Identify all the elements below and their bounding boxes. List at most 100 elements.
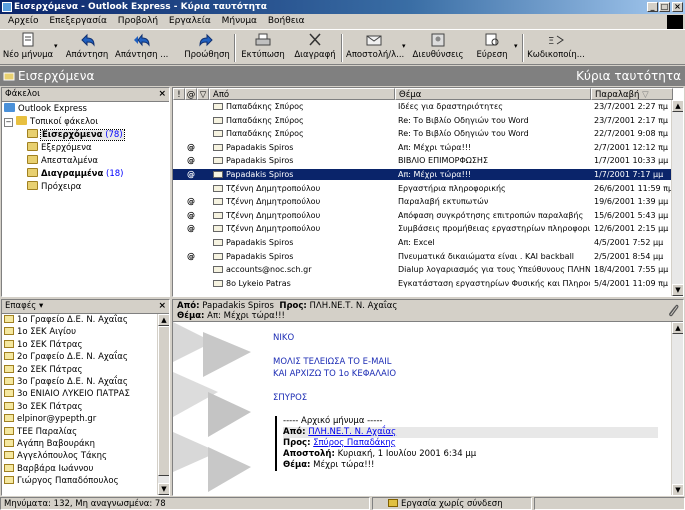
folder-outbox[interactable]: Εξερχόμενα xyxy=(2,142,169,155)
title-bar[interactable]: Εισερχόμενα - Outlook Express - Κύρια τα… xyxy=(0,0,685,14)
forward-button[interactable]: Προώθηση xyxy=(183,32,231,64)
message-list-scrollbar[interactable]: ▲ ▼ xyxy=(671,100,683,296)
minimize-button[interactable]: _ xyxy=(647,2,658,12)
close-button[interactable]: × xyxy=(672,2,683,12)
folder-deleted[interactable]: Διαγραμμένα (18) xyxy=(2,168,169,181)
message-subject: Απόφαση συγκρότησης επιτροπών παραλαβής xyxy=(398,210,584,220)
folder-inbox[interactable]: Εισερχόμενα (78) xyxy=(2,129,169,142)
contacts-scrollbar[interactable]: ▲ ▼ xyxy=(157,314,169,495)
find-dropdown-icon[interactable]: ▾ xyxy=(514,42,518,50)
message-date: 23/7/2001 2:17 πμ xyxy=(594,115,668,125)
envelope-icon xyxy=(213,211,223,219)
folder-local-folders[interactable]: − Τοπικοί φάκελοι xyxy=(2,116,169,129)
message-row[interactable]: Παπαδάκης Σπύρος Ιδέες για δραστηριότητες… xyxy=(173,101,673,112)
quoted-from-link[interactable]: ΠΛΗ.ΝΕ.Τ. Ν. Αχαΐας xyxy=(308,427,396,437)
folder-outlook-express[interactable]: Outlook Express xyxy=(2,103,169,116)
message-row[interactable]: accounts@noc.sch.gr Dialup λογαριασμός γι… xyxy=(173,264,673,275)
new-message-button[interactable]: Νέο μήνυμα xyxy=(2,32,54,64)
menu-help[interactable]: Βοήθεια xyxy=(264,14,309,29)
send-receive-dropdown-icon[interactable]: ▾ xyxy=(402,42,406,50)
quoted-to-link[interactable]: Σπύρος Παπαδάκης xyxy=(313,438,396,448)
contact-item[interactable]: Γιώργος Παπαδόπουλος xyxy=(2,475,157,487)
reply-button[interactable]: Απάντηση xyxy=(64,32,110,64)
deleted-folder-icon xyxy=(27,168,38,177)
message-row[interactable]: @ Papadakis Spiros Πνευματικά δικαιώματα ε… xyxy=(173,251,673,262)
scroll-thumb[interactable] xyxy=(158,326,169,476)
contact-item[interactable]: ΤΕΕ Παραλίας xyxy=(2,426,157,438)
contact-item[interactable]: 1ο ΣΕΚ Αιγίου xyxy=(2,326,157,338)
encoding-button[interactable]: Ξ Κωδικοποίη... xyxy=(526,32,586,64)
message-row[interactable]: @ Papadakis Spiros Απ: Μέχρι τώρα!!! 1/7/20… xyxy=(173,169,673,180)
menu-view[interactable]: Προβολή xyxy=(114,14,162,29)
message-row[interactable]: @ Τζέννη Δημητροπούλου Παραλαβή εκτυπωτών 1… xyxy=(173,196,673,207)
menu-tools[interactable]: Εργαλεία xyxy=(165,14,215,29)
folder-sent[interactable]: Απεσταλμένα xyxy=(2,155,169,168)
message-row[interactable]: Παπαδάκης Σπύρος Re: Το Βιβλίο Οδηγιών το… xyxy=(173,128,673,139)
preview-pane: Από: Papadakis Spiros Προς: ΠΛΗ.ΝΕ.Τ. Ν.… xyxy=(172,299,684,496)
message-row[interactable]: Τζέννη Δημητροπούλου Εργαστήρια πληροφορι… xyxy=(173,183,673,194)
contact-item[interactable]: Βαρβάρα Ιωάννου xyxy=(2,463,157,475)
subject-column-header[interactable]: Θέμα xyxy=(395,88,591,100)
scroll-down-arrow-icon[interactable]: ▼ xyxy=(672,284,683,296)
folder-drafts[interactable]: Πρόχειρα xyxy=(2,181,169,194)
envelope-icon xyxy=(213,252,223,260)
contact-item[interactable]: Αγάπη Βαβουράκη xyxy=(2,438,157,450)
print-button[interactable]: Εκτύπωση xyxy=(240,32,286,64)
contact-card-icon xyxy=(4,364,14,373)
from-column-header[interactable]: Από xyxy=(209,88,395,100)
scroll-up-arrow-icon[interactable]: ▲ xyxy=(158,314,169,326)
contacts-pane-header[interactable]: Επαφές ▾ × xyxy=(2,300,169,314)
maximize-button[interactable]: □ xyxy=(659,2,670,12)
menu-edit[interactable]: Επεξεργασία xyxy=(45,14,111,29)
contact-card-icon xyxy=(4,327,14,336)
delete-button[interactable]: Διαγραφή xyxy=(292,32,338,64)
contact-item[interactable]: 1ο Γραφείο Δ.Ε. Ν. Αχαΐας xyxy=(2,314,157,326)
contact-name: 2ο ΣΕΚ Πάτρας xyxy=(17,364,83,375)
priority-column-header[interactable]: ! xyxy=(173,88,185,100)
contact-item[interactable]: elpinor@ypepth.gr xyxy=(2,413,157,425)
message-from: Papadakis Spiros xyxy=(226,251,294,261)
find-button[interactable]: Εύρεση xyxy=(470,32,514,64)
close-contacts-pane-button[interactable]: × xyxy=(158,300,166,313)
contact-item[interactable]: 3ο Γραφείο Δ.Ε. Ν. Αχαΐας xyxy=(2,376,157,388)
new-message-dropdown-icon[interactable]: ▾ xyxy=(54,42,58,50)
attachment-column-header[interactable]: @ xyxy=(185,88,197,100)
contact-item[interactable]: 3ο ΕΝΙΑΙΟ ΛΥΚΕΙΟ ΠΑΤΡΑΣ xyxy=(2,388,157,400)
message-row[interactable]: @ Papadakis Spiros Απ: Μέχρι τώρα!!! 2/7/20… xyxy=(173,142,673,153)
addresses-button[interactable]: Διευθύνσεις xyxy=(410,32,466,64)
menu-message[interactable]: Μήνυμα xyxy=(218,14,261,29)
envelope-icon xyxy=(213,130,223,138)
contact-name: Αγγελόπουλος Τάκης xyxy=(17,451,108,462)
contact-item[interactable]: 1ο ΣΕΚ Πάτρας xyxy=(2,339,157,351)
message-row[interactable]: 8ο Lykeio Patras Εγκατάσταση εργαστηρίων … xyxy=(173,278,673,289)
scroll-up-arrow-icon[interactable]: ▲ xyxy=(672,322,683,334)
message-row[interactable]: @ Papadakis Spiros ΒΙΒΛΙΟ ΕΠΙΜΟΡΦΩΣΗΣ 1/7/2… xyxy=(173,155,673,166)
message-row[interactable]: Παπαδάκης Σπύρος Re: Το Βιβλίο Οδηγιών το… xyxy=(173,115,673,126)
preview-header: Από: Papadakis Spiros Προς: ΠΛΗ.ΝΕ.Τ. Ν.… xyxy=(173,300,683,322)
scroll-down-arrow-icon[interactable]: ▼ xyxy=(158,483,169,495)
contact-item[interactable]: 3ο ΣΕΚ Πάτρας xyxy=(2,401,157,413)
preview-scrollbar[interactable]: ▲ ▼ xyxy=(671,322,683,495)
scroll-down-arrow-icon[interactable]: ▼ xyxy=(672,484,683,495)
send-receive-button[interactable]: Αποστολή/λ... xyxy=(346,32,404,64)
received-column-header[interactable]: Παραλαβή ▽ xyxy=(591,88,673,100)
contact-card-icon xyxy=(4,438,14,447)
paperclip-icon[interactable] xyxy=(667,303,679,317)
message-row[interactable]: Papadakis Spiros Απ: Excel 4/5/2001 7:52 μ… xyxy=(173,237,673,248)
menu-file[interactable]: Αρχείο xyxy=(4,14,43,29)
message-body: ΝΙΚΟ ΜΟΛΙΣ ΤΕΛΕΙΩΣΑ ΤΟ E-MAIL ΚΑΙ ΑΡΧΙΖΩ… xyxy=(273,332,658,471)
message-row[interactable]: @ Τζέννη Δημητροπούλου Συμβάσεις προμήθεια… xyxy=(173,223,673,234)
collapse-icon[interactable]: − xyxy=(4,118,13,127)
contact-item[interactable]: 2ο Γραφείο Δ.Ε. Ν. Αχαΐας xyxy=(2,351,157,363)
envelope-icon xyxy=(213,239,223,246)
message-row[interactable]: @ Τζέννη Δημητροπούλου Απόφαση συγκρότησης… xyxy=(173,210,673,221)
contact-item[interactable]: Αγγελόπουλος Τάκης xyxy=(2,450,157,462)
flag-column-header[interactable]: ▽ xyxy=(197,88,209,100)
envelope-icon xyxy=(213,143,223,151)
reply-all-button[interactable]: Απάντηση ... xyxy=(115,32,168,64)
scroll-up-arrow-icon[interactable]: ▲ xyxy=(672,100,683,112)
new-mail-icon xyxy=(22,32,34,47)
contact-name: Γιώργος Παπαδόπουλος xyxy=(17,476,119,487)
contact-item[interactable]: 2ο ΣΕΚ Πάτρας xyxy=(2,364,157,376)
close-folders-pane-button[interactable]: × xyxy=(158,88,166,101)
